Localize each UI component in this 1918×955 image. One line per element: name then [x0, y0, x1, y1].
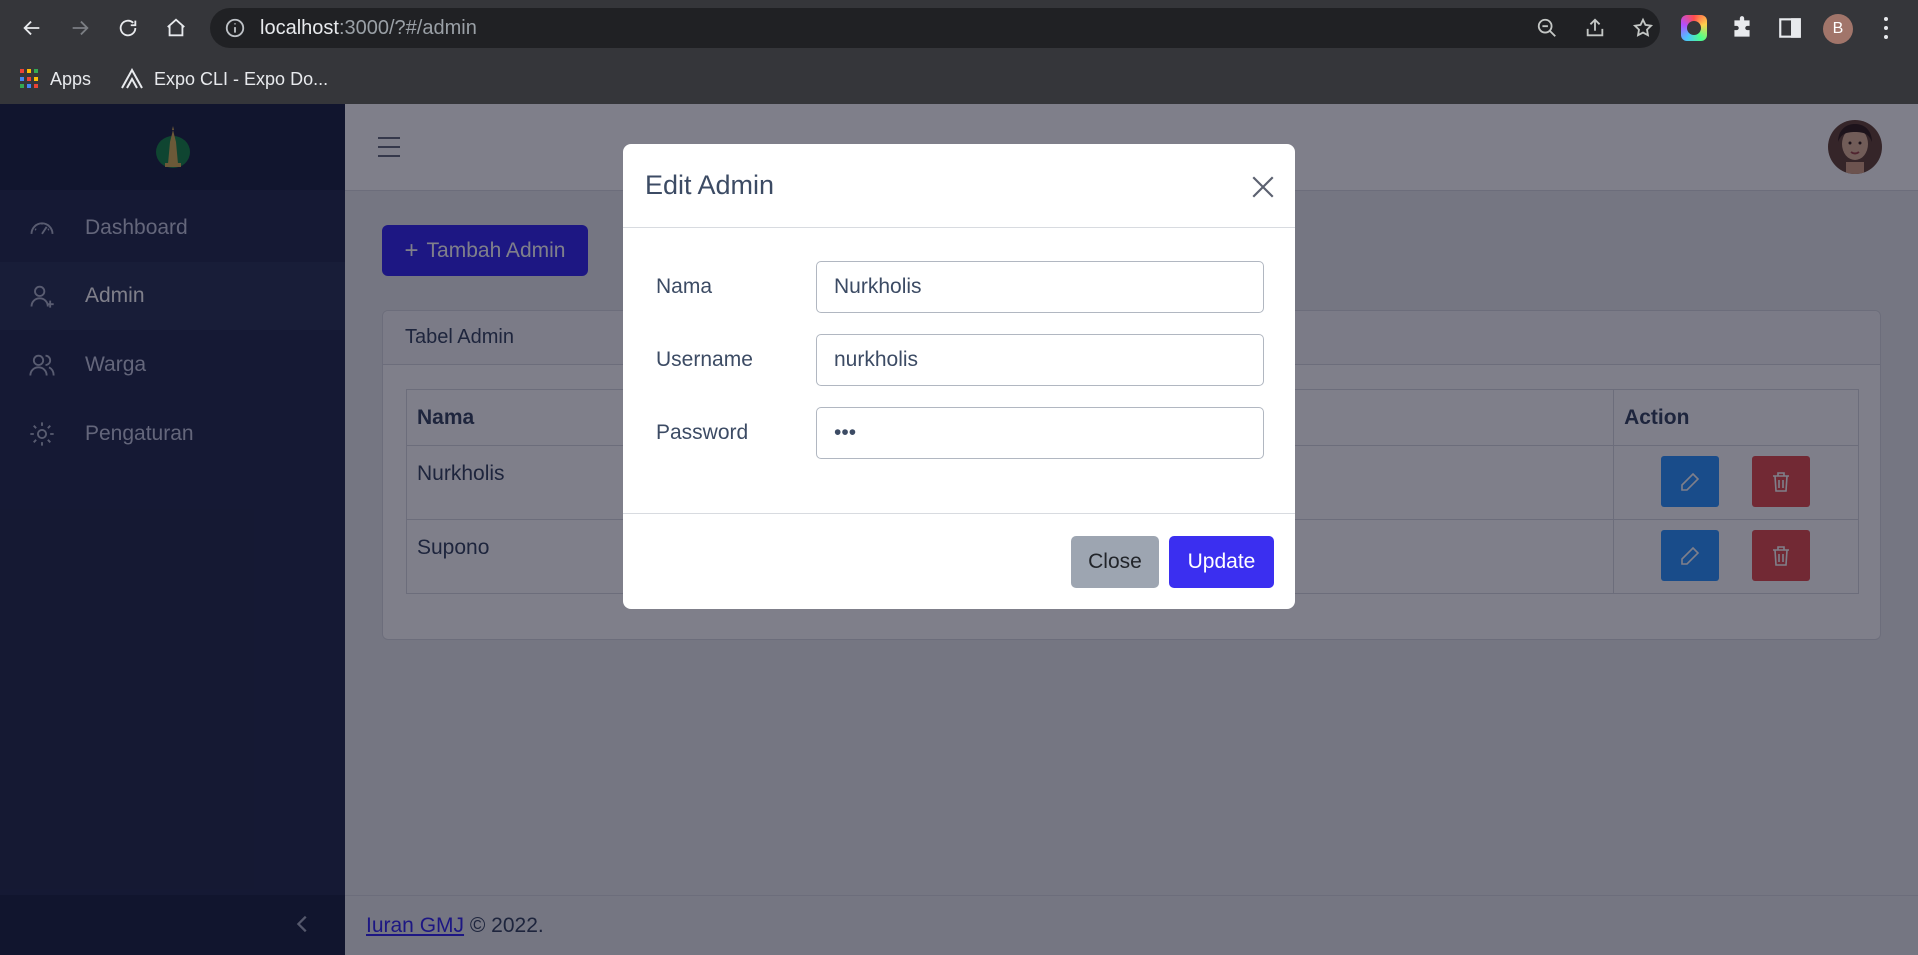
- reload-icon: [119, 19, 137, 37]
- username-input[interactable]: [816, 334, 1264, 386]
- field-label-username: Username: [656, 348, 753, 371]
- password-input[interactable]: [816, 407, 1264, 459]
- arrow-left-icon: [23, 20, 40, 36]
- modal-title: Edit Admin: [645, 170, 775, 200]
- browser-menu-icon[interactable]: [1874, 14, 1898, 42]
- close-button[interactable]: Close: [1071, 536, 1159, 588]
- address-bar[interactable]: localhost:3000/?#/admin: [210, 8, 1660, 48]
- bookmark-label: Apps: [50, 68, 92, 89]
- zoom-out-icon[interactable]: [1536, 17, 1558, 39]
- side-panel-icon[interactable]: [1777, 15, 1803, 41]
- star-icon[interactable]: [1632, 17, 1654, 39]
- info-icon[interactable]: [224, 17, 246, 39]
- arrow-right-icon: [72, 20, 89, 36]
- back-button[interactable]: [16, 12, 48, 44]
- field-label-nama: Nama: [656, 275, 713, 298]
- form-row-nama: Nama: [656, 261, 1264, 313]
- url-text[interactable]: localhost:3000/?#/admin: [260, 17, 477, 40]
- bookmark-expo-cli[interactable]: Expo CLI - Expo Do...: [120, 64, 328, 94]
- reload-button[interactable]: [112, 12, 144, 44]
- field-label-password: Password: [656, 421, 749, 444]
- color-extension-icon[interactable]: [1681, 15, 1707, 41]
- expo-logo-icon: [121, 68, 143, 89]
- edit-admin-modal: Edit Admin Nama Username Password Close …: [623, 144, 1295, 609]
- modal-header: Edit Admin: [623, 144, 1295, 228]
- bookmark-apps[interactable]: Apps: [20, 64, 91, 94]
- update-button[interactable]: Update: [1169, 536, 1274, 588]
- bookmarks-bar: Apps Expo CLI - Expo Do...: [0, 56, 1918, 104]
- bookmark-label: Expo CLI - Expo Do...: [154, 68, 329, 89]
- form-row-username: Username: [656, 334, 1264, 386]
- modal-footer: Close Update: [623, 513, 1295, 609]
- puzzle-icon[interactable]: [1729, 15, 1755, 41]
- close-icon[interactable]: [1250, 174, 1276, 200]
- forward-button[interactable]: [64, 12, 96, 44]
- home-button[interactable]: [160, 12, 192, 44]
- nama-input[interactable]: [816, 261, 1264, 313]
- home-icon: [167, 18, 185, 37]
- browser-chrome: localhost:3000/?#/admin B Apps Expo CLI …: [0, 0, 1918, 104]
- apps-grid-icon: [20, 69, 40, 89]
- browser-toolbar: localhost:3000/?#/admin B: [0, 0, 1918, 56]
- share-icon[interactable]: [1584, 17, 1606, 39]
- profile-avatar[interactable]: B: [1823, 14, 1853, 44]
- profile-initial: B: [1832, 20, 1844, 37]
- form-row-password: Password: [656, 407, 1264, 459]
